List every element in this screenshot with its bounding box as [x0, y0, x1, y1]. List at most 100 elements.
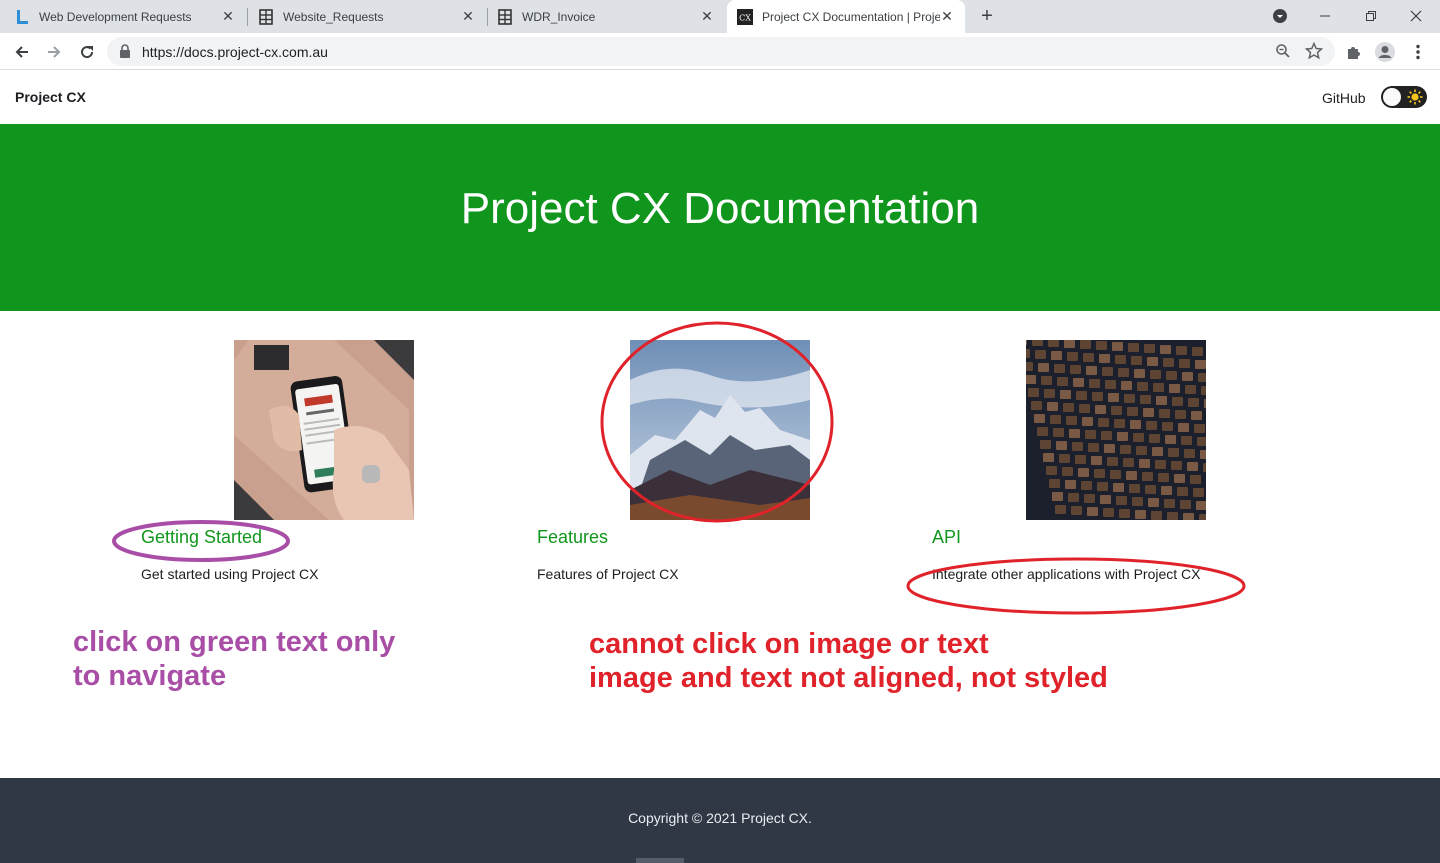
theme-toggle[interactable]: [1381, 86, 1427, 108]
feature-link-api[interactable]: API: [932, 527, 961, 548]
chip-tile: [1135, 510, 1146, 519]
sheet-icon: [258, 8, 274, 25]
chip-tile: [1127, 407, 1138, 416]
close-tab-icon[interactable]: ✕: [220, 8, 236, 24]
chip-tile: [1162, 422, 1173, 431]
chip-tile: [1172, 397, 1183, 406]
chip-tile: [1040, 440, 1051, 449]
chip-tile: [1026, 340, 1027, 345]
close-window-icon[interactable]: [1404, 4, 1428, 28]
chip-tile: [1195, 360, 1206, 369]
chip-tile: [1123, 458, 1134, 467]
brand-link[interactable]: Project CX: [15, 89, 86, 105]
annotation-red: cannot click on image or text image and …: [589, 627, 1108, 695]
chip-tile: [1119, 509, 1130, 518]
annotation-line: to navigate: [73, 660, 227, 692]
chip-tile: [1111, 406, 1122, 415]
tab-title: Project CX Documentation | Proje: [762, 9, 940, 24]
github-link[interactable]: GitHub: [1322, 90, 1366, 106]
chip-tile: [1185, 385, 1196, 394]
chip-tile: [1171, 461, 1182, 470]
chip-tile: [1063, 403, 1074, 412]
chip-tile: [1178, 423, 1189, 432]
hero-banner: Project CX Documentation: [0, 124, 1440, 311]
chip-tile: [1115, 355, 1126, 364]
chip-tile: [1099, 354, 1110, 363]
reload-icon[interactable]: [75, 40, 99, 64]
minimize-icon[interactable]: [1313, 4, 1337, 28]
tab-strip: Web Development Requests ✕ Website_Reque…: [0, 0, 1440, 33]
chip-tile: [1198, 373, 1206, 382]
chip-tile: [1132, 497, 1143, 506]
chip-tile: [1037, 427, 1048, 436]
new-tab-button[interactable]: +: [976, 5, 998, 27]
back-arrow-icon[interactable]: [10, 40, 34, 64]
zoom-icon[interactable]: [1275, 43, 1291, 64]
sun-icon: [1407, 89, 1423, 105]
chip-tile: [1120, 445, 1131, 454]
profile-avatar-icon[interactable]: [1374, 41, 1396, 63]
chip-tile: [1158, 473, 1169, 482]
chip-tile: [1064, 340, 1075, 348]
chip-tile: [1161, 486, 1172, 495]
chip-tile: [1026, 362, 1033, 371]
chip-tile: [1148, 498, 1159, 507]
close-tab-icon[interactable]: ✕: [460, 8, 476, 24]
close-tab-icon[interactable]: ✕: [939, 8, 955, 24]
svg-text:CX: CX: [739, 13, 751, 22]
chip-tile: [1176, 346, 1187, 355]
chip-tile: [1110, 470, 1121, 479]
chip-tile: [1071, 506, 1082, 515]
chip-tile: [1056, 441, 1067, 450]
chip-tile: [1160, 345, 1171, 354]
tab-website-requests[interactable]: Website_Requests ✕: [258, 0, 486, 33]
chip-tile: [1084, 494, 1095, 503]
chip-tile: [1088, 443, 1099, 452]
feature-link-features[interactable]: Features: [537, 527, 608, 548]
chip-tile: [1072, 442, 1083, 451]
tab-search-icon[interactable]: [1268, 4, 1292, 28]
more-menu-icon[interactable]: [1407, 41, 1429, 63]
l-logo-icon: [14, 9, 30, 25]
chip-tile: [1143, 408, 1154, 417]
toggle-knob: [1383, 88, 1401, 106]
chip-tile: [1026, 375, 1036, 384]
tab-wdr-invoice[interactable]: WDR_Invoice ✕: [497, 0, 725, 33]
chip-tile: [1091, 456, 1102, 465]
chip-tile: [1121, 381, 1132, 390]
restore-icon[interactable]: [1359, 4, 1383, 28]
chip-tile: [1069, 429, 1080, 438]
chip-tile: [1192, 347, 1203, 356]
chip-tile: [1182, 372, 1193, 381]
chip-tile: [1177, 487, 1188, 496]
address-bar[interactable]: https://docs.project-cx.com.au: [107, 37, 1335, 66]
chip-tile: [1142, 472, 1153, 481]
chip-tile: [1048, 340, 1059, 347]
close-tab-icon[interactable]: ✕: [699, 8, 715, 24]
chip-tile: [1043, 453, 1054, 462]
bookmark-star-icon[interactable]: [1304, 41, 1324, 65]
chip-tile: [1134, 369, 1145, 378]
chip-tile: [1050, 415, 1061, 424]
tab-web-development-requests[interactable]: Web Development Requests ✕: [14, 0, 246, 33]
lock-icon[interactable]: [119, 44, 131, 63]
chip-tile: [1190, 475, 1201, 484]
feature-image-getting-started: [234, 340, 414, 520]
chip-tile: [1146, 421, 1157, 430]
url-text[interactable]: https://docs.project-cx.com.au: [142, 44, 328, 60]
chip-tile: [1087, 507, 1098, 516]
chip-tile: [1145, 485, 1156, 494]
chip-tile: [1098, 418, 1109, 427]
feature-link-getting-started[interactable]: Getting Started: [141, 527, 262, 548]
chip-tile: [1200, 450, 1206, 459]
forward-arrow-icon[interactable]: [42, 40, 66, 64]
chip-tile: [1065, 480, 1076, 489]
chip-tile: [1103, 508, 1114, 517]
tab-project-cx-documentation[interactable]: CX Project CX Documentation | Proje ✕: [727, 0, 965, 33]
extensions-puzzle-icon[interactable]: [1343, 41, 1365, 63]
chip-tile: [1187, 462, 1198, 471]
browser-toolbar: https://docs.project-cx.com.au: [0, 33, 1440, 70]
chip-tile: [1133, 433, 1144, 442]
chip-tile: [1131, 356, 1142, 365]
chip-tile: [1096, 341, 1107, 350]
